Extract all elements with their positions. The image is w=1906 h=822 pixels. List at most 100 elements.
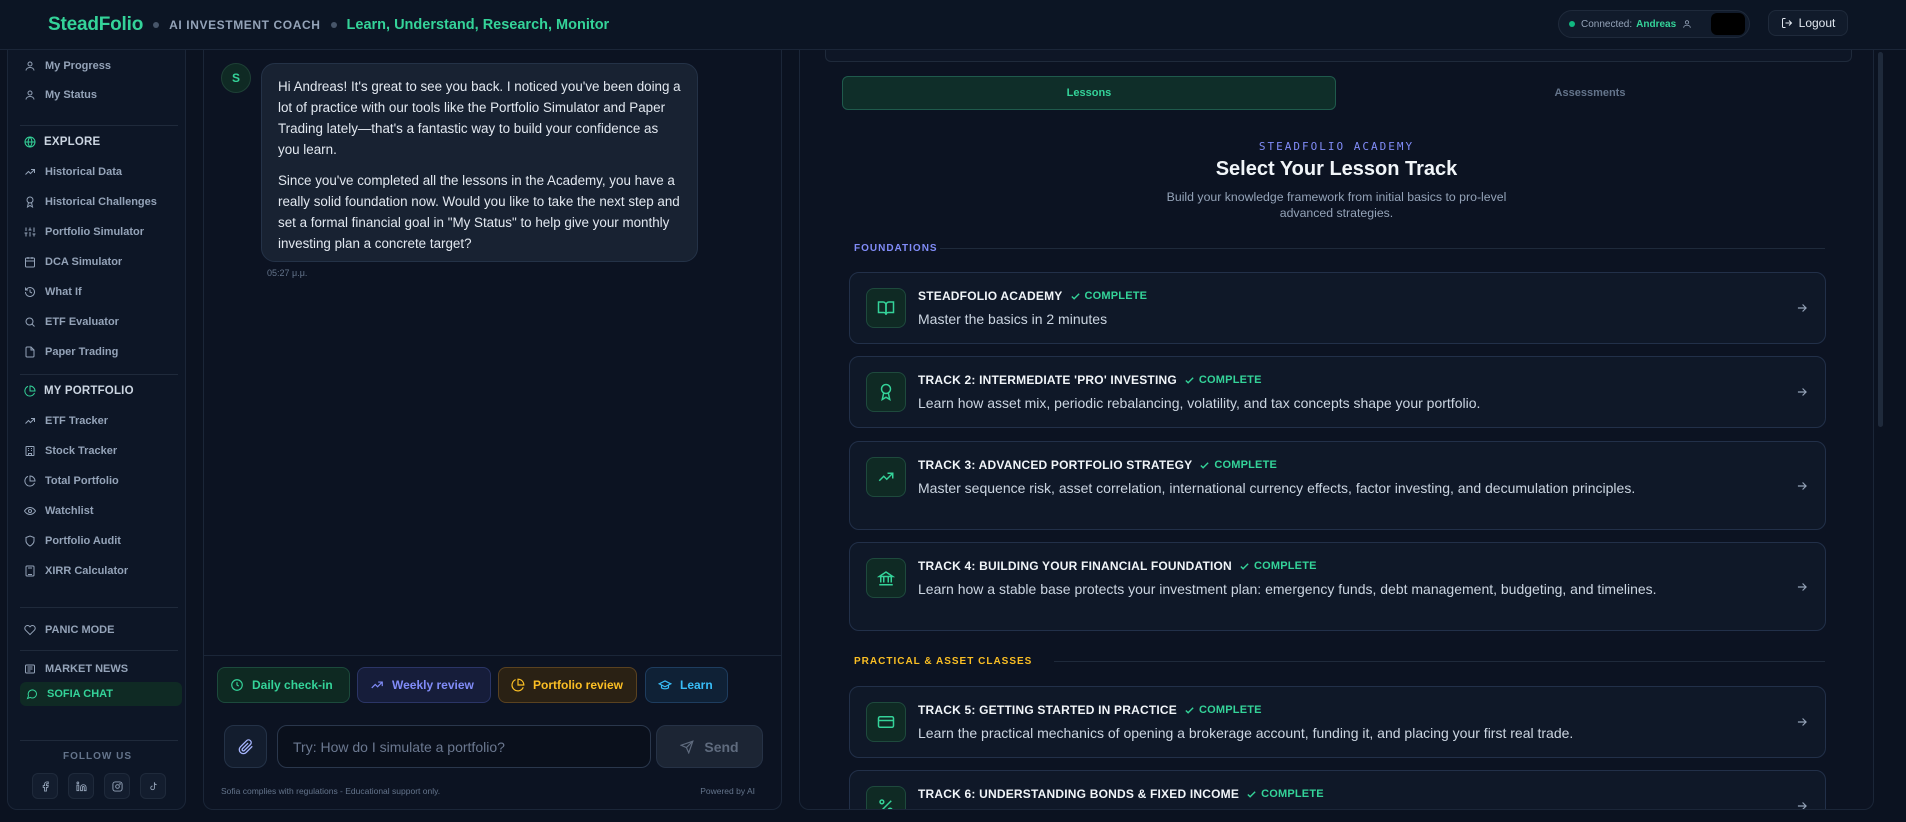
track-description: Master the basics in 2 minutes xyxy=(918,311,1108,327)
powered-by: Powered by AI xyxy=(700,786,755,796)
trending-up-icon xyxy=(24,166,36,178)
daily-checkin-button[interactable]: Daily check-in xyxy=(217,667,350,703)
sidebar-item-my-progress[interactable]: My Progress xyxy=(24,55,174,77)
section-header-label: MY PORTFOLIO xyxy=(44,385,134,397)
check-icon xyxy=(1246,789,1257,800)
sidebar-item-total-portfolio[interactable]: Total Portfolio xyxy=(24,470,174,492)
check-icon xyxy=(1199,460,1210,471)
history-icon xyxy=(24,286,36,298)
sidebar-item-paper-trading[interactable]: Paper Trading xyxy=(24,341,174,363)
status-dot-icon xyxy=(1569,21,1575,27)
sidebar-item-label: Portfolio Audit xyxy=(45,535,121,547)
button-label: Learn xyxy=(680,678,713,692)
eye-icon xyxy=(24,505,36,517)
social-links xyxy=(32,773,166,799)
status-badge: COMPLETE xyxy=(1184,704,1262,716)
sidebar-item-label: Total Portfolio xyxy=(45,475,119,487)
instagram-icon[interactable] xyxy=(104,773,130,799)
status-label: COMPLETE xyxy=(1198,704,1262,716)
tab-assessments[interactable]: Assessments xyxy=(1342,76,1838,110)
track-title: TRACK 4: BUILDING YOUR FINANCIAL FOUNDAT… xyxy=(918,559,1232,573)
track-card-3[interactable]: TRACK 3: ADVANCED PORTFOLIO STRATEGY COM… xyxy=(849,441,1826,530)
status-label: COMPLETE xyxy=(1084,290,1148,302)
trending-up-icon xyxy=(24,415,36,427)
facebook-icon[interactable] xyxy=(32,773,58,799)
send-button[interactable]: Send xyxy=(656,725,763,768)
brand-logo[interactable]: SteadFolio xyxy=(48,14,143,36)
sidebar-item-what-if[interactable]: What If xyxy=(24,281,174,303)
sidebar-item-sofia-chat[interactable]: SOFIA CHAT xyxy=(20,682,182,706)
weekly-review-button[interactable]: Weekly review xyxy=(357,667,491,703)
tiktok-icon[interactable] xyxy=(140,773,166,799)
section-practical: PRACTICAL & ASSET CLASSES xyxy=(854,656,1033,667)
track-description: Learn how asset mix, periodic rebalancin… xyxy=(918,395,1481,411)
user-icon xyxy=(24,60,36,72)
sidebar-item-my-status[interactable]: My Status xyxy=(24,84,174,106)
paperclip-icon xyxy=(238,738,254,755)
sidebar-item-label: DCA Simulator xyxy=(45,256,123,268)
sidebar-item-label: PANIC MODE xyxy=(45,624,115,636)
avatar[interactable] xyxy=(1711,13,1745,35)
sidebar-item-etf-evaluator[interactable]: ETF Evaluator xyxy=(24,311,174,333)
page-title: Select Your Lesson Track xyxy=(1215,158,1458,180)
sidebar-item-portfolio-simulator[interactable]: Portfolio Simulator xyxy=(24,221,174,243)
track-card-6[interactable]: TRACK 6: UNDERSTANDING BONDS & FIXED INC… xyxy=(849,770,1826,809)
portfolio-review-button[interactable]: Portfolio review xyxy=(498,667,637,703)
send-icon xyxy=(680,739,695,754)
track-card-5[interactable]: TRACK 5: GETTING STARTED IN PRACTICE COM… xyxy=(849,686,1826,758)
scrollbar-thumb[interactable] xyxy=(1878,52,1883,427)
track-title: TRACK 2: INTERMEDIATE 'PRO' INVESTING xyxy=(918,373,1177,387)
attach-button[interactable] xyxy=(224,725,267,768)
linkedin-icon[interactable] xyxy=(68,773,94,799)
file-icon xyxy=(24,346,36,358)
learn-button[interactable]: Learn xyxy=(645,667,728,703)
sidebar-item-etf-tracker[interactable]: ETF Tracker xyxy=(24,410,174,432)
sidebar-item-panic-mode[interactable]: PANIC MODE xyxy=(24,619,174,641)
sidebar-item-dca-simulator[interactable]: DCA Simulator xyxy=(24,251,174,273)
sidebar-item-market-news[interactable]: MARKET NEWS xyxy=(24,658,174,680)
sidebar-item-label: My Progress xyxy=(45,60,112,72)
sidebar-item-label: What If xyxy=(45,286,82,298)
sidebar-item-historical-data[interactable]: Historical Data xyxy=(24,161,174,183)
sidebar-item-portfolio-audit[interactable]: Portfolio Audit xyxy=(24,530,174,552)
clock-icon xyxy=(230,678,244,692)
credit-card-icon xyxy=(866,702,906,742)
search-icon xyxy=(24,316,36,328)
section-foundations: FOUNDATIONS xyxy=(854,243,938,254)
sidebar-item-watchlist[interactable]: Watchlist xyxy=(24,500,174,522)
arrow-right-icon xyxy=(1795,479,1809,493)
separator-dot xyxy=(330,21,337,28)
sidebar-item-label: Paper Trading xyxy=(45,346,119,358)
track-description: Learn the practical mechanics of opening… xyxy=(918,725,1574,741)
status-label: COMPLETE xyxy=(1261,788,1324,800)
status-badge: COMPLETE xyxy=(1070,290,1148,302)
bank-icon xyxy=(866,558,906,598)
track-title: STEADFOLIO ACADEMY xyxy=(918,289,1063,303)
status-badge: COMPLETE xyxy=(1199,459,1277,471)
sidebar-item-label: ETF Evaluator xyxy=(45,316,119,328)
sliders-icon xyxy=(24,226,36,238)
send-label: Send xyxy=(704,738,739,755)
button-label: Portfolio review xyxy=(533,678,624,692)
divider xyxy=(20,740,178,741)
calendar-icon xyxy=(24,256,36,268)
trending-up-icon xyxy=(370,678,384,692)
track-card-1[interactable]: STEADFOLIO ACADEMY COMPLETE Master the b… xyxy=(849,272,1826,344)
status-label: COMPLETE xyxy=(1198,374,1262,386)
chat-icon xyxy=(26,688,38,700)
sidebar-item-stock-tracker[interactable]: Stock Tracker xyxy=(24,440,174,462)
sidebar-item-xirr-calculator[interactable]: XIRR Calculator xyxy=(24,560,174,582)
sidebar-item-label: Historical Data xyxy=(45,166,123,178)
track-title: TRACK 6: UNDERSTANDING BONDS & FIXED INC… xyxy=(918,787,1240,801)
divider xyxy=(1054,661,1825,662)
graduation-cap-icon xyxy=(658,678,672,692)
sidebar: My Progress My Status EXPLORE Historical… xyxy=(7,50,186,810)
track-card-4[interactable]: TRACK 4: BUILDING YOUR FINANCIAL FOUNDAT… xyxy=(849,542,1826,631)
track-card-2[interactable]: TRACK 2: INTERMEDIATE 'PRO' INVESTING CO… xyxy=(849,356,1826,428)
chat-input[interactable] xyxy=(277,725,651,768)
sidebar-item-historical-challenges[interactable]: Historical Challenges xyxy=(24,191,174,213)
logout-button[interactable]: Logout xyxy=(1768,10,1848,36)
tab-lessons[interactable]: Lessons xyxy=(842,76,1336,110)
academy-label: STEADFOLIO ACADEMY xyxy=(1258,140,1415,153)
user-icon xyxy=(24,89,36,101)
